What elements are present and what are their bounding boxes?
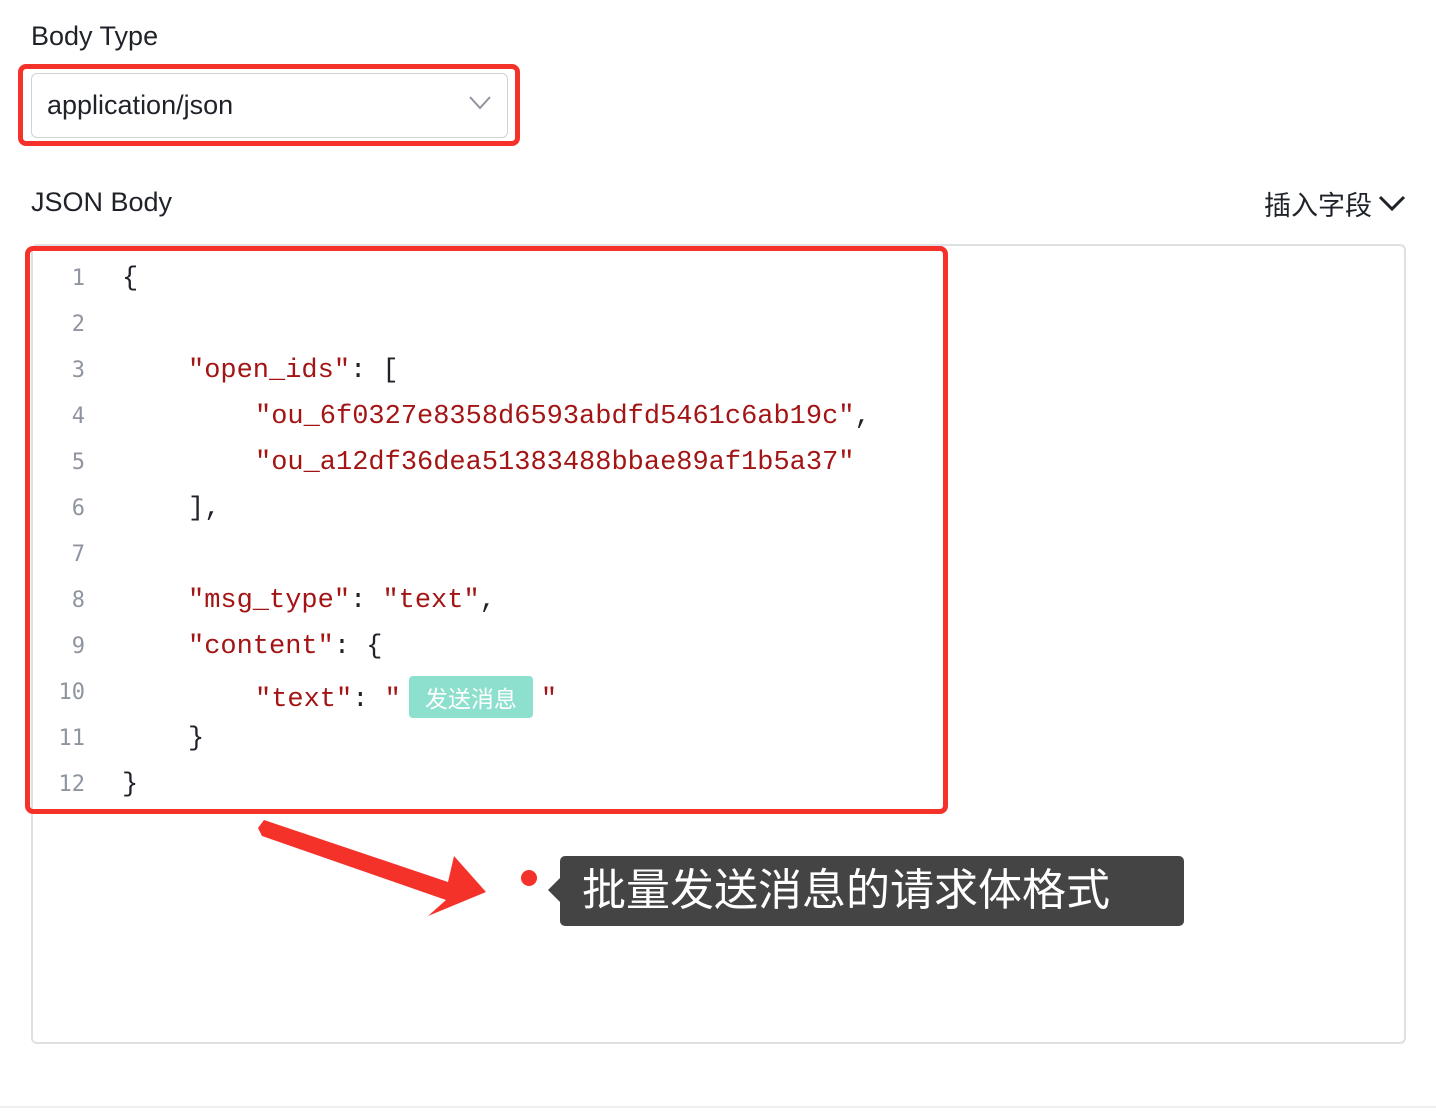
code-text: "msg_type": "text", [188,586,496,616]
line-number: 10 [58,680,86,705]
code-line: 2 [33,306,933,352]
code-text: "ou_a12df36dea51383488bbae89af1b5a37" [255,448,855,478]
line-number: 3 [71,358,85,383]
code-text: "text": " 发送消息 " [255,676,557,720]
code-line: 11 } [33,720,933,766]
line-number: 11 [58,726,86,751]
page: Body Type application/json JSON Body 插入字… [0,0,1436,1118]
code-line: 3 "open_ids": [ [33,352,933,398]
divider [0,1106,1436,1108]
chevron-down-icon [469,96,491,110]
variable-tag[interactable]: 发送消息 [408,676,533,718]
code-line: 7 [33,536,933,582]
line-number: 7 [71,542,85,567]
code-line: 8 "msg_type": "text", [33,582,933,628]
line-number: 12 [58,772,86,797]
line-number: 9 [71,634,85,659]
line-number: 8 [71,588,85,613]
code-line: 6 ], [33,490,933,536]
code-line: 1 { [33,260,933,306]
code-line: 4 "ou_6f0327e8358d6593abdfd5461c6ab19c", [33,398,933,444]
line-number: 1 [71,266,85,291]
insert-field-dropdown[interactable]: 插入字段 [1264,186,1406,222]
body-type-label: Body Type [31,21,159,51]
code-text: "ou_6f0327e8358d6593abdfd5461c6ab19c", [255,402,871,432]
annotation-callout: 批量发送消息的请求体格式 [548,856,1184,926]
code-line: 9 "content": { [33,628,933,674]
code-text: "content": { [188,632,383,662]
code-line: 5 "ou_a12df36dea51383488bbae89af1b5a37" [33,444,933,490]
code-text: { [122,264,139,294]
code-line: 10 "text": " 发送消息 " [33,674,933,720]
insert-field-label: 插入字段 [1264,190,1372,222]
code-line: 12 } [33,766,933,812]
code-text: ], [188,494,221,524]
arrow-annotation-icon [258,820,486,916]
line-number: 4 [71,404,85,429]
code-text: } [188,724,205,754]
annotation-dot [521,870,537,886]
body-type-select[interactable]: application/json [31,73,508,138]
body-type-value: application/json [47,90,234,120]
line-number: 2 [71,312,85,337]
chevron-down-icon [1378,195,1406,212]
line-number: 6 [71,496,85,521]
line-number: 5 [71,450,85,475]
annotation-text: 批量发送消息的请求体格式 [582,865,1110,916]
code-text: } [122,770,139,800]
json-body-label: JSON Body [31,187,173,217]
code-text: "open_ids": [ [188,356,399,386]
